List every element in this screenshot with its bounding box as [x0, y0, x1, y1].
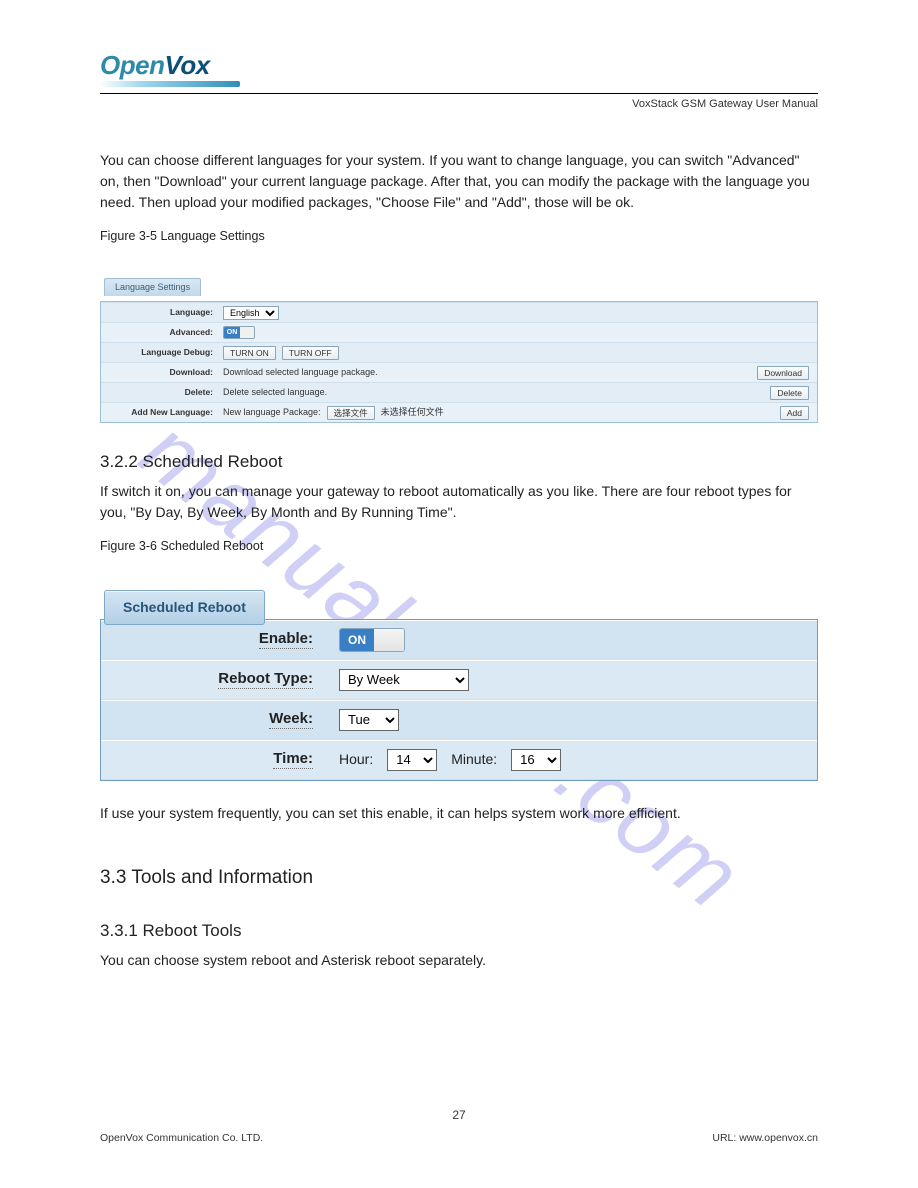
language-settings-panel: Language: English Advanced: ON [100, 301, 818, 423]
row-download: Download: Download selected language pac… [101, 362, 817, 382]
reboot-type-select[interactable]: By Week [339, 669, 469, 691]
heading-reboot-tools: 3.3.1 Reboot Tools [100, 918, 818, 944]
header-subtitle: VoxStack GSM Gateway User Manual [100, 98, 818, 110]
language-settings-figure: Language Settings Language: English Adva… [100, 274, 818, 424]
scheduled-reboot-tab[interactable]: Scheduled Reboot [104, 590, 265, 625]
row-language-debug: Language Debug: TURN ON TURN OFF [101, 342, 817, 362]
row-week: Week: Tue [101, 700, 817, 740]
turn-on-button[interactable]: TURN ON [223, 346, 276, 360]
footer-right: URL: www.openvox.cn [712, 1132, 818, 1144]
footer-page: 27 [452, 1108, 465, 1122]
label-language-debug: Language Debug: [101, 344, 219, 361]
week-select[interactable]: Tue [339, 709, 399, 731]
label-time: Time: [273, 750, 313, 769]
choose-file-button[interactable]: 选择文件 [327, 406, 375, 420]
delete-text: Delete selected language. [223, 386, 327, 400]
label-advanced: Advanced: [101, 324, 219, 341]
toggle-on-label: ON [224, 327, 240, 338]
label-delete: Delete: [101, 384, 219, 401]
advanced-toggle[interactable]: ON [223, 326, 255, 339]
toggle-off-space [240, 327, 254, 338]
label-hour: Hour: [339, 749, 373, 770]
new-language-text: New language Package: [223, 406, 321, 420]
language-select[interactable]: English [223, 306, 279, 320]
footer-left: OpenVox Communication Co. LTD. [100, 1132, 263, 1144]
label-language: Language: [101, 304, 219, 321]
header-rule [100, 93, 818, 94]
label-enable: Enable: [259, 630, 313, 649]
scheduled-reboot-figure: Scheduled Reboot Enable: ON Reboot Type: [100, 584, 818, 781]
footer: OpenVox Communication Co. LTD. URL: www.… [100, 1132, 818, 1144]
figure-3-5-caption: Figure 3-5 Language Settings [100, 227, 818, 246]
download-button[interactable]: Download [757, 366, 809, 380]
figure-3-6-caption: Figure 3-6 Scheduled Reboot [100, 537, 818, 556]
scheduled-reboot-panel: Enable: ON Reboot Type: By Week [100, 619, 818, 781]
label-week: Week: [269, 710, 313, 729]
minute-select[interactable]: 16 [511, 749, 561, 771]
reboot-tools-paragraph: You can choose system reboot and Asteris… [100, 950, 818, 971]
row-delete: Delete: Delete selected language. Delete [101, 382, 817, 402]
language-settings-tab[interactable]: Language Settings [104, 278, 201, 297]
label-reboot-type: Reboot Type: [218, 670, 313, 689]
heading-scheduled-reboot: 3.2.2 Scheduled Reboot [100, 449, 818, 475]
heading-tools-info: 3.3 Tools and Information [100, 864, 818, 893]
enable-toggle[interactable]: ON [339, 628, 405, 652]
row-advanced: Advanced: ON [101, 322, 817, 342]
page-content: OpenVox VoxStack GSM Gateway User Manual… [0, 0, 918, 1045]
row-time: Time: Hour: 14 Minute: 16 [101, 740, 817, 780]
enable-on-label: ON [340, 629, 374, 651]
label-minute: Minute: [451, 749, 497, 770]
logo: OpenVox [100, 50, 818, 87]
after-reboot-paragraph: If use your system frequently, you can s… [100, 803, 818, 824]
add-button[interactable]: Add [780, 406, 809, 420]
delete-button[interactable]: Delete [770, 386, 809, 400]
label-download: Download: [101, 364, 219, 381]
scheduled-reboot-paragraph: If switch it on, you can manage your gat… [100, 481, 818, 523]
row-language: Language: English [101, 302, 817, 322]
logo-open: Open [100, 50, 164, 81]
hour-select[interactable]: 14 [387, 749, 437, 771]
label-add-new-language: Add New Language: [101, 404, 219, 421]
logo-underline [100, 81, 240, 87]
row-enable: Enable: ON [101, 620, 817, 660]
row-reboot-type: Reboot Type: By Week [101, 660, 817, 700]
download-text: Download selected language package. [223, 366, 378, 380]
intro-paragraph: You can choose different languages for y… [100, 150, 818, 213]
row-add-new-language: Add New Language: New language Package: … [101, 402, 817, 422]
turn-off-button[interactable]: TURN OFF [282, 346, 339, 360]
enable-off-space [374, 629, 404, 651]
no-file-text: 未选择任何文件 [381, 406, 444, 420]
logo-vox: Vox [164, 50, 209, 81]
